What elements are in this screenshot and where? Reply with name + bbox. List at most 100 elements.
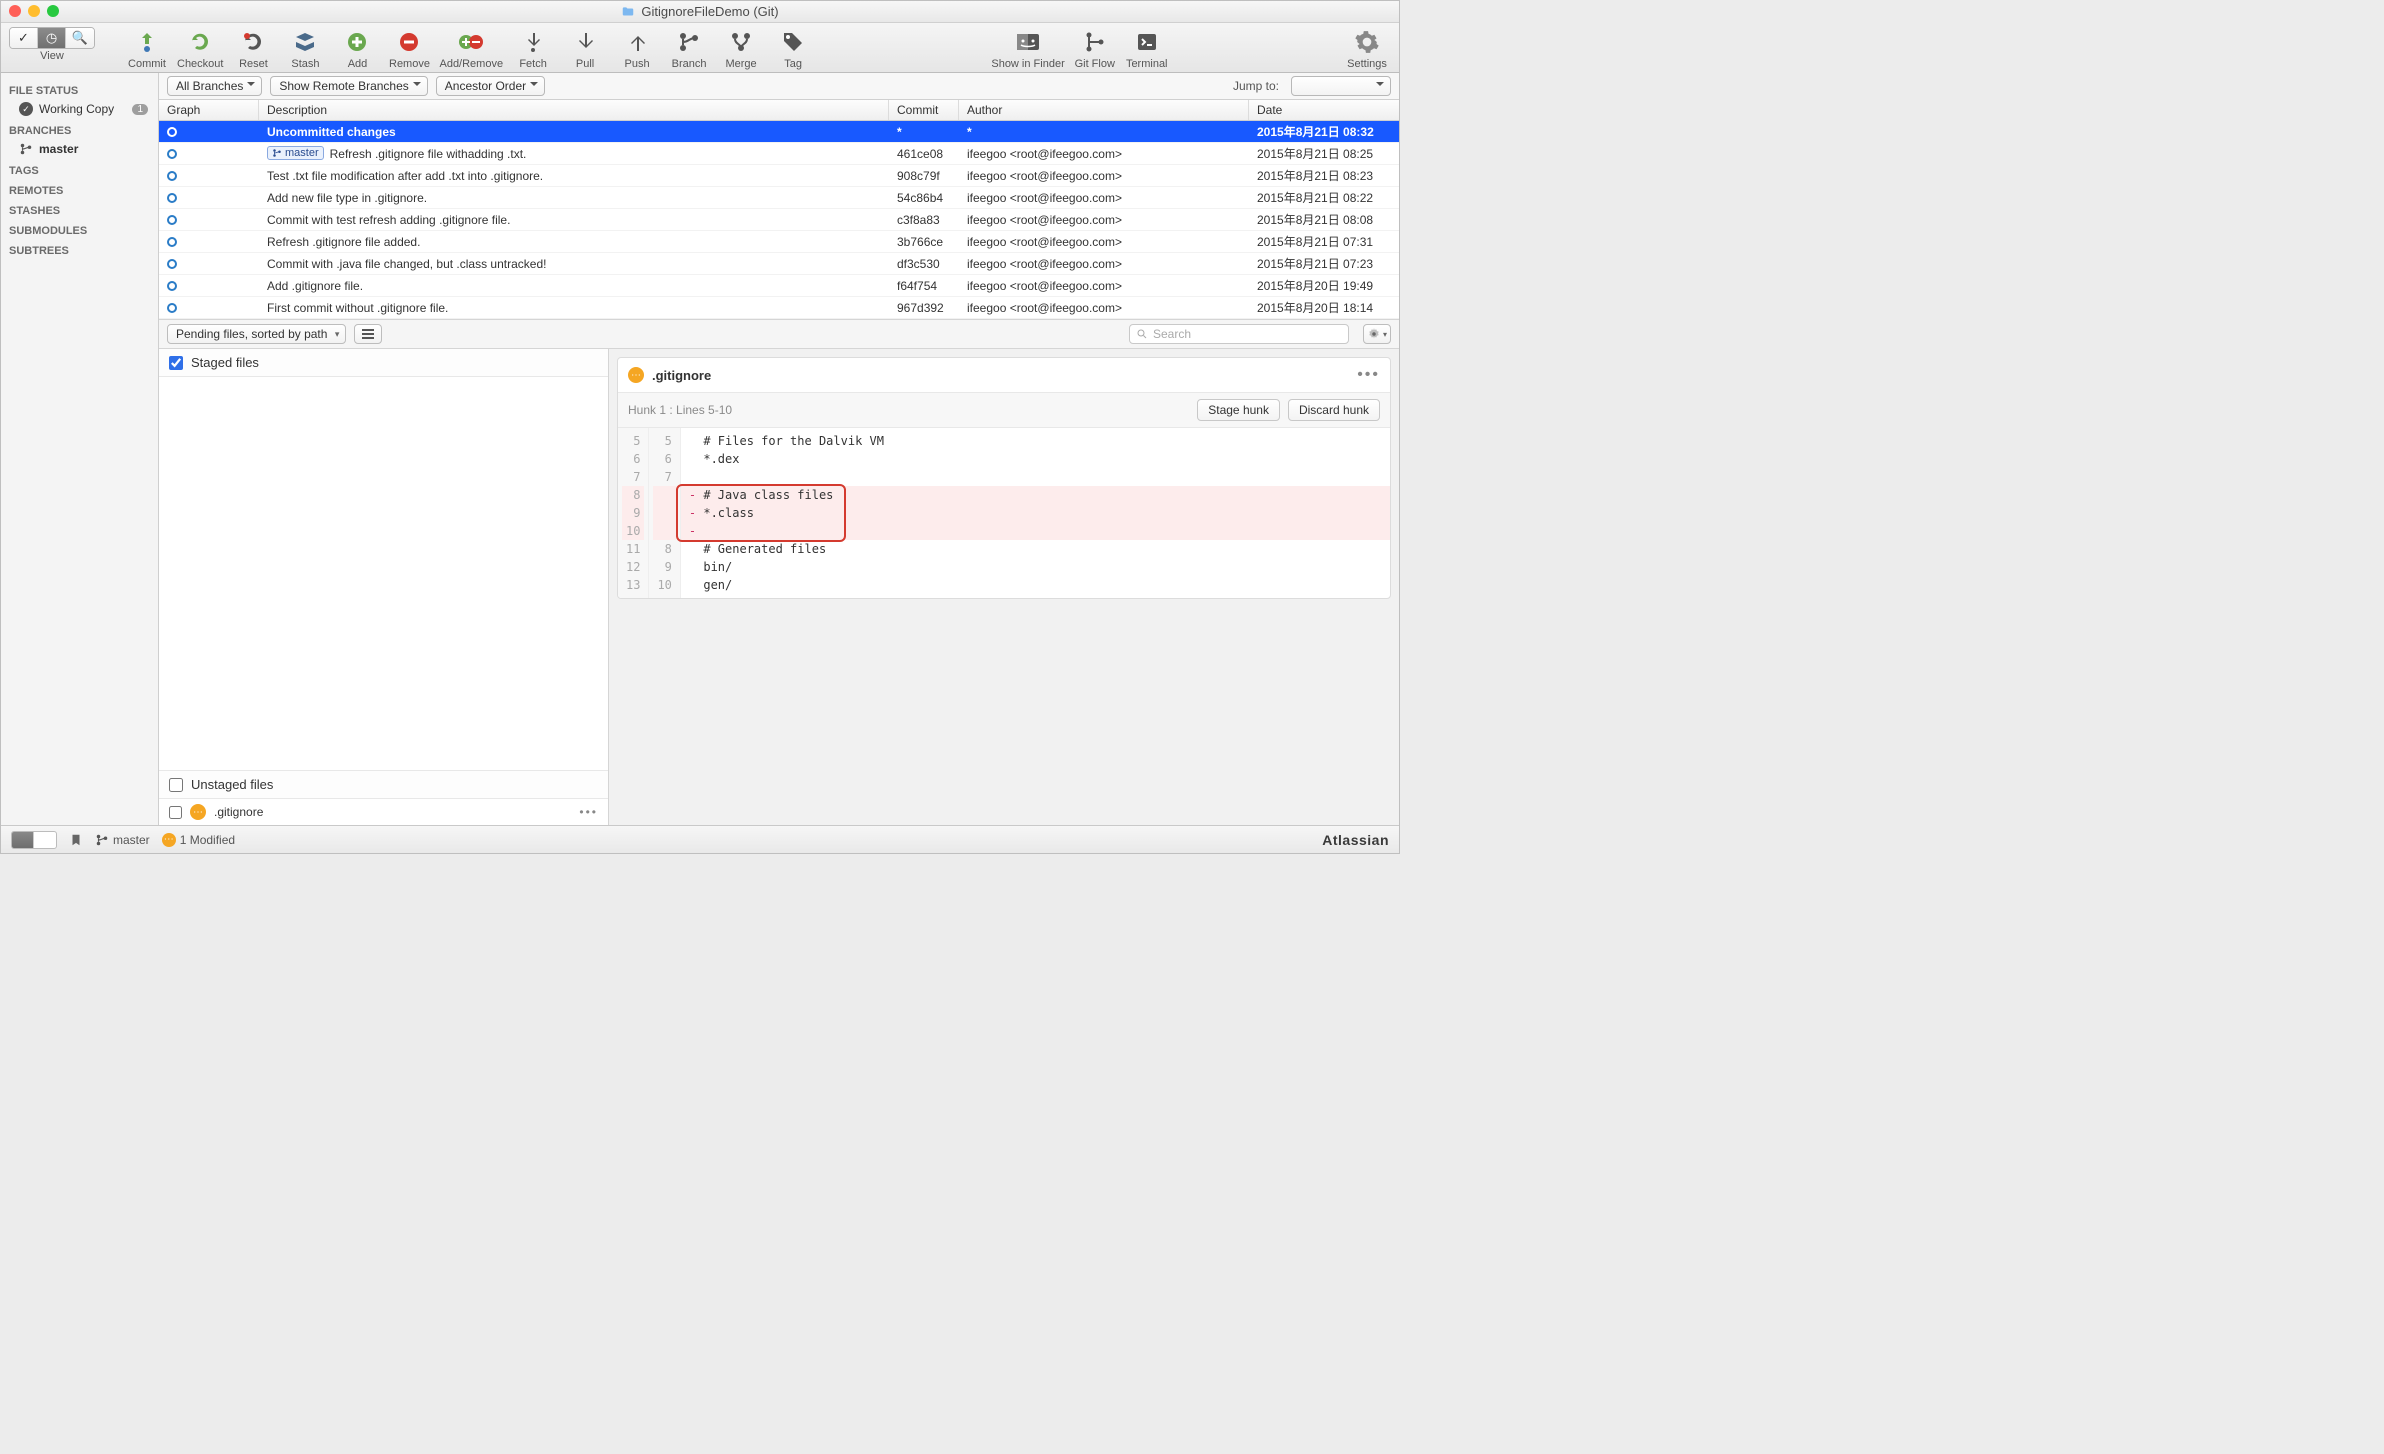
show-in-finder-button[interactable]: Show in Finder <box>989 27 1066 70</box>
statusbar-modified[interactable]: ⋯ 1 Modified <box>162 833 235 847</box>
staged-label: Staged files <box>191 355 259 370</box>
push-button[interactable]: Push <box>613 27 661 70</box>
merge-button[interactable]: Merge <box>717 27 765 70</box>
sidebar-item-master[interactable]: master <box>1 139 158 159</box>
commit-row[interactable]: Add new file type in .gitignore.54c86b4i… <box>159 187 1399 209</box>
stage-hunk-button[interactable]: Stage hunk <box>1197 399 1280 421</box>
workingcopy-badge: 1 <box>132 104 148 115</box>
sidebar-head-subtrees[interactable]: SUBTREES <box>1 239 158 259</box>
stash-button[interactable]: Stash <box>281 27 329 70</box>
sb-view-b[interactable] <box>34 832 56 848</box>
check-icon: ✓ <box>19 102 33 116</box>
statusbar-view-toggle[interactable] <box>11 831 57 849</box>
hunk-bar: Hunk 1 : Lines 5-10 Stage hunk Discard h… <box>618 393 1390 428</box>
commit-button[interactable]: Commit <box>123 27 171 70</box>
file-search-input[interactable]: Search <box>1129 324 1349 344</box>
filter-branches-select[interactable]: All Branches <box>167 76 262 96</box>
window-titlebar: GitignoreFileDemo (Git) <box>1 1 1399 23</box>
statusbar-branch[interactable]: master <box>95 833 150 847</box>
add-button[interactable]: Add <box>333 27 381 70</box>
pending-sort-select[interactable]: Pending files, sorted by path <box>167 324 346 344</box>
jumpto-label: Jump to: <box>1233 79 1279 93</box>
commit-row[interactable]: Add .gitignore file.f64f754ifeegoo <root… <box>159 275 1399 297</box>
staged-section-head[interactable]: Staged files <box>159 349 608 377</box>
list-icon <box>361 328 375 340</box>
commit-row[interactable]: Uncommitted changes**2015年8月21日 08:32 <box>159 121 1399 143</box>
traffic-lights <box>9 5 59 17</box>
commit-row[interactable]: Test .txt file modification after add .t… <box>159 165 1399 187</box>
col-author[interactable]: Author <box>959 100 1249 120</box>
commit-row[interactable]: masterRefresh .gitignore file withadding… <box>159 143 1399 165</box>
diff-filename: .gitignore <box>652 368 711 383</box>
reset-button[interactable]: Reset <box>229 27 277 70</box>
unstaged-checkbox[interactable] <box>169 778 183 792</box>
diff-settings-button[interactable]: ▾ <box>1363 324 1391 344</box>
col-date[interactable]: Date <box>1249 100 1399 120</box>
unstaged-section-head[interactable]: Unstaged files <box>159 770 608 799</box>
history-filterbar: All Branches Show Remote Branches Ancest… <box>159 73 1399 100</box>
diff-actions-button[interactable]: ••• <box>1357 366 1380 384</box>
commit-row[interactable]: Commit with test refresh adding .gitigno… <box>159 209 1399 231</box>
terminal-button[interactable]: Terminal <box>1123 27 1171 70</box>
view-label: View <box>40 50 64 62</box>
remove-button[interactable]: Remove <box>385 27 433 70</box>
file-name-label: .gitignore <box>214 805 263 819</box>
commit-table-header: Graph Description Commit Author Date <box>159 100 1399 121</box>
diff-header: ⋯ .gitignore ••• <box>618 358 1390 393</box>
settings-button[interactable]: Settings <box>1343 27 1391 70</box>
discard-hunk-button[interactable]: Discard hunk <box>1288 399 1380 421</box>
gitflow-button[interactable]: Git Flow <box>1071 27 1119 70</box>
list-mode-button[interactable] <box>354 324 382 344</box>
staged-area[interactable] <box>159 377 608 770</box>
sidebar-item-label: Working Copy <box>39 102 114 116</box>
search-icon <box>1136 328 1148 340</box>
filter-remote-select[interactable]: Show Remote Branches <box>270 76 427 96</box>
brand-label: Atlassian <box>1322 832 1389 848</box>
file-status-pane: Staged files Unstaged files ⋯ .gitignore… <box>159 349 609 825</box>
diff-body[interactable]: 56789101112135678910 # Files for the Dal… <box>618 428 1390 598</box>
commit-row[interactable]: First commit without .gitignore file.967… <box>159 297 1399 319</box>
branch-icon <box>19 142 33 156</box>
branch-button[interactable]: Branch <box>665 27 713 70</box>
checkout-button[interactable]: Checkout <box>175 27 225 70</box>
pull-button[interactable]: Pull <box>561 27 609 70</box>
unstaged-label: Unstaged files <box>191 777 273 792</box>
sb-view-a[interactable] <box>12 832 34 848</box>
modified-icon: ⋯ <box>628 367 644 383</box>
zoom-window-button[interactable] <box>47 5 59 17</box>
minimize-window-button[interactable] <box>28 5 40 17</box>
view-mode-check[interactable]: ✓ <box>10 28 38 48</box>
filter-order-select[interactable]: Ancestor Order <box>436 76 545 96</box>
col-description[interactable]: Description <box>259 100 889 120</box>
view-mode-clock[interactable]: ◷ <box>38 28 66 48</box>
file-actions-button[interactable]: ••• <box>579 805 598 819</box>
sidebar-head-tags[interactable]: TAGS <box>1 159 158 179</box>
commit-row[interactable]: Refresh .gitignore file added.3b766ceife… <box>159 231 1399 253</box>
close-window-button[interactable] <box>9 5 21 17</box>
hunk-title: Hunk 1 : Lines 5-10 <box>628 403 732 417</box>
sidebar-head-remotes[interactable]: REMOTES <box>1 179 158 199</box>
bookmark-icon[interactable] <box>69 833 83 847</box>
commit-row[interactable]: Commit with .java file changed, but .cla… <box>159 253 1399 275</box>
tag-button[interactable]: Tag <box>769 27 817 70</box>
sidebar-item-label: master <box>39 142 78 156</box>
view-switcher[interactable]: ✓ ◷ 🔍 <box>9 27 95 49</box>
diff-pane: ⋯ .gitignore ••• Hunk 1 : Lines 5-10 Sta… <box>609 349 1399 825</box>
col-commit[interactable]: Commit <box>889 100 959 120</box>
view-mode-search[interactable]: 🔍 <box>66 28 94 48</box>
fetch-button[interactable]: Fetch <box>509 27 557 70</box>
sidebar-item-workingcopy[interactable]: ✓ Working Copy 1 <box>1 99 158 119</box>
col-graph[interactable]: Graph <box>159 100 259 120</box>
modified-icon: ⋯ <box>190 804 206 820</box>
sidebar-head-submodules[interactable]: SUBMODULES <box>1 219 158 239</box>
addremove-button[interactable]: Add/Remove <box>437 27 505 70</box>
jumpto-select[interactable] <box>1291 76 1391 96</box>
file-row-gitignore[interactable]: ⋯ .gitignore ••• <box>159 799 608 825</box>
gear-icon <box>1367 327 1381 341</box>
commit-list[interactable]: Uncommitted changes**2015年8月21日 08:32mas… <box>159 121 1399 319</box>
file-checkbox[interactable] <box>169 806 182 819</box>
branch-icon <box>95 833 109 847</box>
sidebar-head-stashes[interactable]: STASHES <box>1 199 158 219</box>
branch-tag[interactable]: master <box>267 146 324 160</box>
staged-checkbox[interactable] <box>169 356 183 370</box>
